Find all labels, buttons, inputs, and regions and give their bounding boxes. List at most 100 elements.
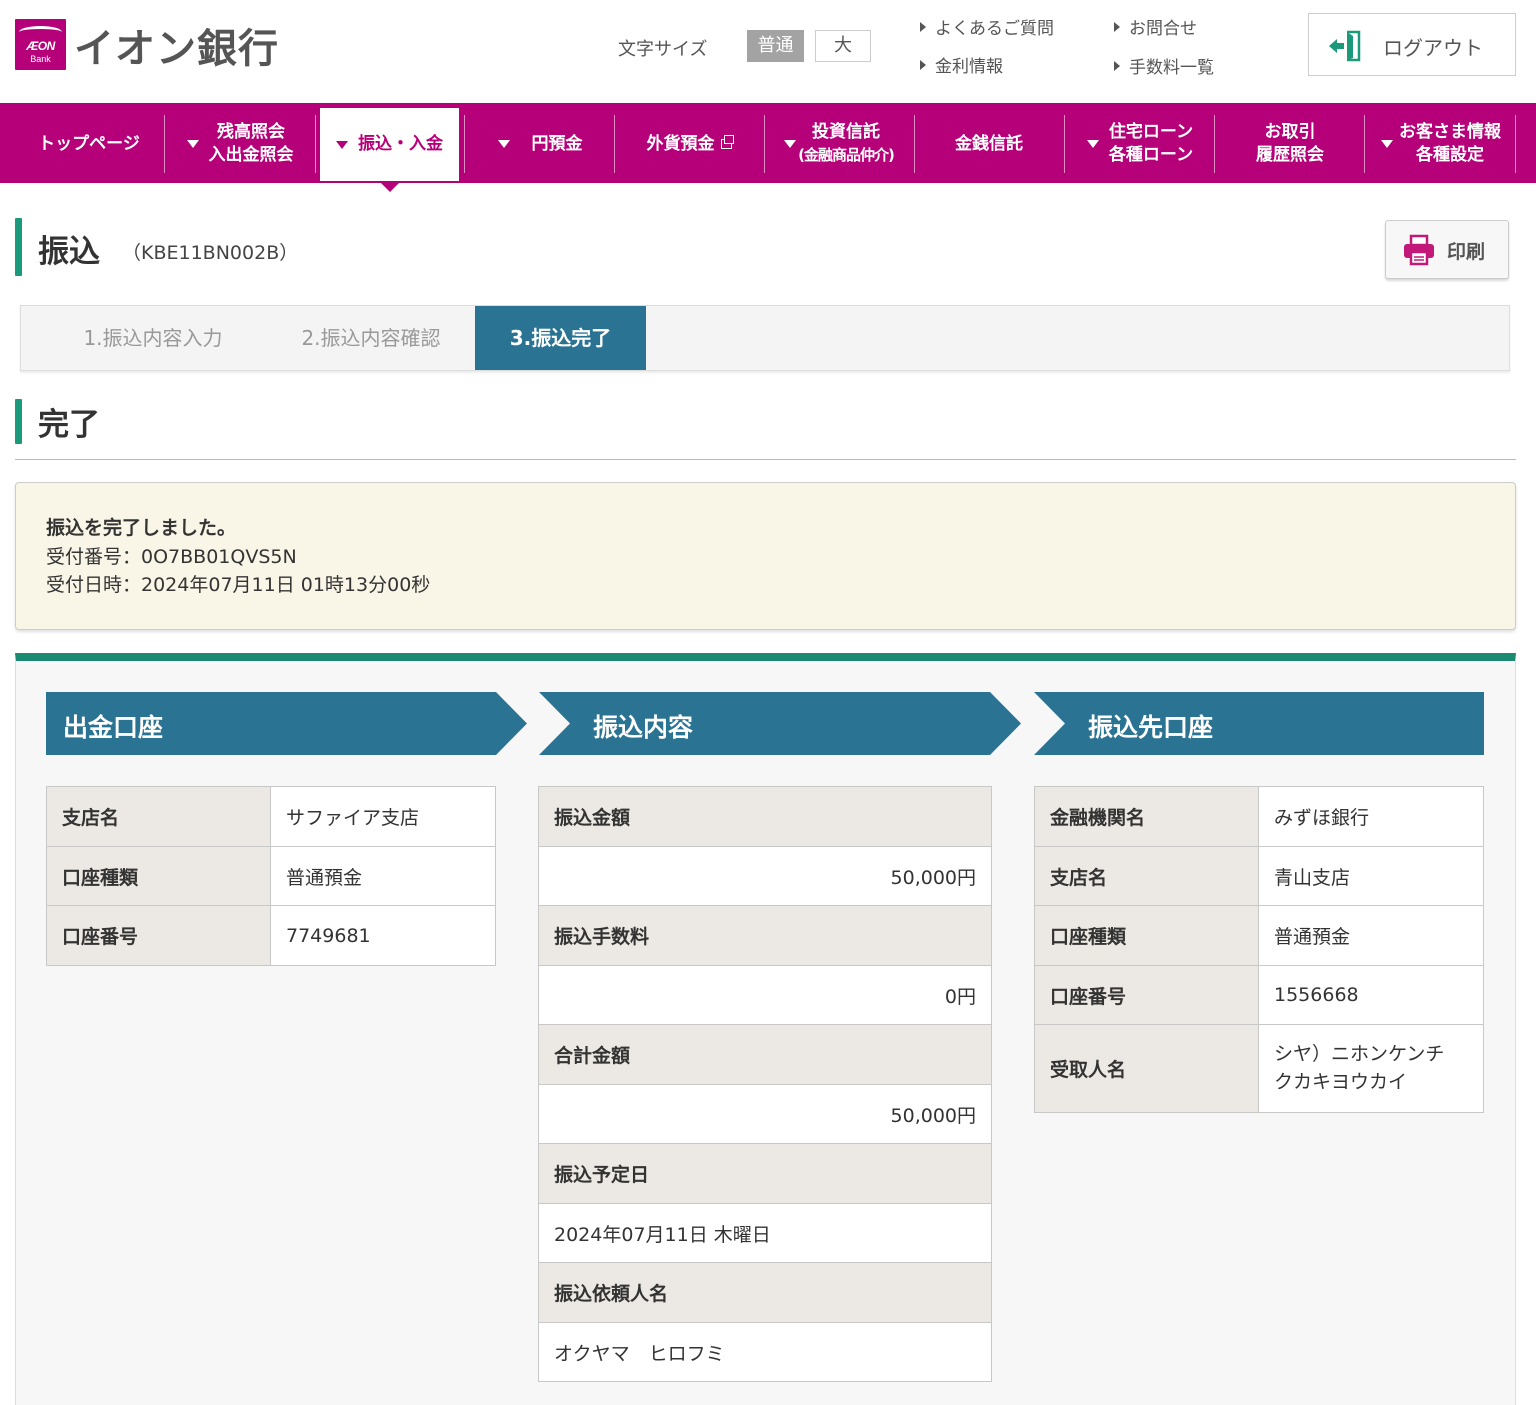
logo-swoosh: [19, 26, 62, 38]
scheduled-date-label: 振込予定日: [538, 1143, 992, 1204]
title-accent-bar: [15, 218, 22, 276]
bank-name-value: みずほ銀行: [1258, 786, 1484, 847]
nav-divider: [1515, 115, 1516, 173]
account-number-value: 1556668: [1258, 965, 1484, 1025]
destination-account-table: 金融機関名 みずほ銀行 支店名 青山支店 口座種類 普通預金 口座番号 1556…: [1034, 786, 1484, 1113]
fee-value: 0円: [538, 965, 992, 1025]
payee-name-label: 受取人名: [1034, 1024, 1259, 1113]
step-indicator: 1.振込内容入力 2.振込内容確認 3.振込完了: [20, 305, 1510, 371]
triangle-down-icon: [1086, 140, 1099, 148]
nav-investment-trust[interactable]: 投資信託 (金融商品仲介): [765, 113, 913, 175]
nav-foreign-deposit[interactable]: 外貨預金: [615, 113, 763, 175]
triangle-down-icon: [186, 140, 199, 148]
table-row: オクヤマ ヒロフミ: [538, 1322, 992, 1382]
triangle-right-icon: [1114, 22, 1120, 32]
amount-value: 50,000円: [538, 846, 992, 906]
step-confirm: 2.振込内容確認: [301, 326, 441, 350]
global-nav: トップページ 残高照会 入出金照会 振込・入金 円預金 外貨預金 投資信託 (金融商…: [0, 103, 1536, 183]
amount-label: 振込金額: [538, 786, 992, 847]
nav-customer-settings[interactable]: お客さま情報 各種設定: [1366, 113, 1516, 175]
account-number-label: 口座番号: [1034, 965, 1259, 1025]
account-type-label: 口座種類: [46, 846, 271, 906]
font-size-label: 文字サイズ: [618, 39, 708, 60]
step-input: 1.振込内容入力: [83, 326, 223, 350]
page-title: 振込: [38, 234, 100, 270]
payee-name-line2: クカキヨウカイ: [1274, 1070, 1408, 1093]
source-account-table: 支店名 サファイア支店 口座種類 普通預金 口座番号 7749681: [46, 786, 496, 966]
rates-link[interactable]: 金利情報: [920, 52, 1003, 77]
section-divider: [15, 459, 1516, 460]
section-title: 完了: [38, 407, 100, 443]
scheduled-date-value: 2024年07月11日 木曜日: [538, 1203, 992, 1263]
table-row: 支店名 サファイア支店: [46, 786, 496, 847]
requester-value: オクヤマ ヒロフミ: [538, 1322, 992, 1382]
fee-label: 振込手数料: [538, 905, 992, 966]
nav-divider: [464, 115, 465, 173]
nav-transfer-deposit[interactable]: 振込・入金: [320, 108, 459, 181]
table-row: 口座種類 普通預金: [46, 846, 496, 906]
table-row: 金融機関名 みずほ銀行: [1034, 786, 1484, 847]
font-size-normal-button[interactable]: 普通: [747, 30, 804, 62]
logout-label: ログアウト: [1383, 36, 1483, 60]
bank-name-label: 金融機関名: [1034, 786, 1259, 847]
print-button[interactable]: 印刷: [1385, 220, 1509, 279]
triangle-down-icon: [497, 140, 510, 148]
table-row: 振込金額: [538, 786, 992, 847]
account-type-label: 口座種類: [1034, 905, 1259, 966]
faq-link[interactable]: よくあるご質問: [920, 14, 1054, 39]
table-row: 受取人名 シヤ）ニホンケンチ クカキヨウカイ: [1034, 1024, 1484, 1113]
nav-divider: [1364, 115, 1365, 173]
account-number-label: 口座番号: [46, 905, 271, 966]
nav-loans[interactable]: 住宅ローン 各種ローン: [1066, 113, 1214, 175]
table-row: 振込予定日: [538, 1143, 992, 1204]
completion-message: 振込を完了しました。: [46, 517, 237, 539]
nav-divider: [164, 115, 165, 173]
site-header: ÆON Bank イオン銀行 文字サイズ 普通 大 よくあるご質問 お問合せ 金…: [0, 0, 1536, 103]
section-accent-bar: [15, 399, 22, 444]
external-window-icon: [720, 135, 734, 149]
bank-logo-text[interactable]: イオン銀行: [74, 16, 279, 74]
triangle-down-icon: [336, 140, 348, 149]
total-value: 50,000円: [538, 1084, 992, 1144]
aeon-logo-mark[interactable]: ÆON Bank: [15, 19, 66, 70]
source-account-header: 出金口座: [46, 692, 527, 755]
branch-value: 青山支店: [1258, 846, 1484, 906]
nav-balance-inquiry[interactable]: 残高照会 入出金照会: [166, 113, 314, 175]
font-size-large-button[interactable]: 大: [815, 30, 871, 62]
nav-transaction-history[interactable]: お取引 履歴照会: [1216, 113, 1364, 175]
branch-label: 支店名: [46, 786, 271, 847]
logo-bank-text: Bank: [30, 54, 51, 64]
account-number-value: 7749681: [270, 905, 496, 966]
triangle-right-icon: [1114, 61, 1120, 71]
nav-divider: [1064, 115, 1065, 173]
table-row: 2024年07月11日 木曜日: [538, 1203, 992, 1263]
branch-value: サファイア支店: [270, 786, 496, 847]
nav-money-trust[interactable]: 金銭信託: [915, 113, 1063, 175]
triangle-down-icon: [784, 140, 797, 148]
branch-label: 支店名: [1034, 846, 1259, 906]
contact-link[interactable]: お問合せ: [1114, 14, 1197, 39]
receipt-number: 受付番号：0O7BB01QVS5N: [46, 546, 297, 568]
logout-button[interactable]: ログアウト: [1308, 13, 1516, 76]
account-type-value: 普通預金: [270, 846, 496, 906]
destination-account-header: 振込先口座: [1034, 692, 1484, 755]
table-row: 口座番号 7749681: [46, 905, 496, 966]
logout-door-icon: [1329, 30, 1361, 62]
nav-top-page[interactable]: トップページ: [15, 113, 163, 175]
table-row: 50,000円: [538, 1084, 992, 1144]
nav-active-pointer: [381, 183, 399, 192]
requester-label: 振込依頼人名: [538, 1262, 992, 1323]
fees-link[interactable]: 手数料一覧: [1114, 53, 1214, 78]
table-row: 合計金額: [538, 1024, 992, 1085]
transfer-details-table: 振込金額 50,000円 振込手数料 0円 合計金額 50,000円 振込予定日…: [538, 786, 992, 1382]
nav-divider: [315, 115, 316, 173]
nav-yen-deposit[interactable]: 円預金: [466, 113, 614, 175]
transfer-details-header: 振込内容: [539, 692, 1021, 755]
step-complete: 3.振込完了: [475, 306, 646, 370]
payee-name-value: シヤ）ニホンケンチ クカキヨウカイ: [1258, 1024, 1484, 1113]
table-row: 振込手数料: [538, 905, 992, 966]
account-type-value: 普通預金: [1258, 905, 1484, 966]
payee-name-line1: シヤ）ニホンケンチ: [1274, 1042, 1445, 1065]
triangle-down-icon: [1381, 140, 1393, 148]
logo-aeon-text: ÆON: [26, 39, 55, 53]
